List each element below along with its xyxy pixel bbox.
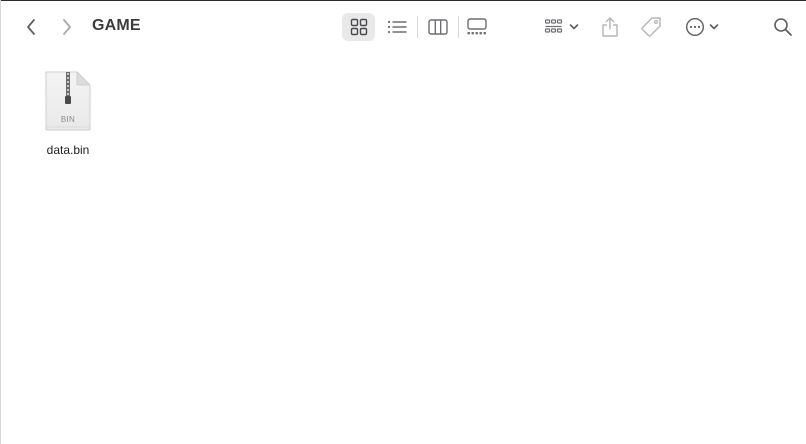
tag-button[interactable] bbox=[638, 12, 664, 42]
list-view-icon bbox=[387, 20, 407, 34]
toolbar-separator bbox=[458, 16, 459, 38]
group-by-icon bbox=[544, 19, 562, 33]
file-type-badge: BIN bbox=[60, 115, 76, 124]
file-browser-content: BIN data.bin bbox=[1, 54, 806, 444]
gallery-view-icon bbox=[467, 18, 487, 35]
back-button[interactable] bbox=[21, 16, 41, 38]
forward-button[interactable] bbox=[57, 16, 77, 38]
chevron-down-icon bbox=[569, 24, 578, 30]
tag-icon bbox=[641, 17, 661, 37]
gallery-view-button[interactable] bbox=[463, 13, 491, 41]
list-view-button[interactable] bbox=[383, 13, 411, 41]
more-actions-button[interactable] bbox=[681, 13, 723, 41]
chevron-right-icon bbox=[63, 19, 71, 35]
group-by-button[interactable] bbox=[540, 13, 582, 41]
chevron-left-icon bbox=[27, 19, 35, 35]
toolbar: GAME bbox=[1, 0, 806, 54]
search-icon bbox=[774, 18, 792, 36]
column-view-button[interactable] bbox=[424, 13, 452, 41]
grid-view-icon bbox=[350, 18, 367, 36]
finder-window: GAME BIN data.bin bbox=[0, 0, 806, 444]
ellipsis-circle-icon bbox=[685, 17, 705, 37]
chevron-down-icon bbox=[709, 24, 719, 30]
file-item[interactable]: BIN data.bin bbox=[35, 70, 101, 162]
toolbar-separator bbox=[417, 16, 418, 38]
grid-view-button[interactable] bbox=[342, 13, 375, 41]
share-icon bbox=[602, 17, 618, 37]
share-button[interactable] bbox=[597, 12, 623, 42]
window-title: GAME bbox=[92, 17, 141, 34]
search-button[interactable] bbox=[769, 13, 797, 41]
zip-document-icon: BIN bbox=[44, 70, 92, 132]
file-name: data.bin bbox=[46, 143, 90, 157]
column-view-icon bbox=[428, 19, 448, 35]
